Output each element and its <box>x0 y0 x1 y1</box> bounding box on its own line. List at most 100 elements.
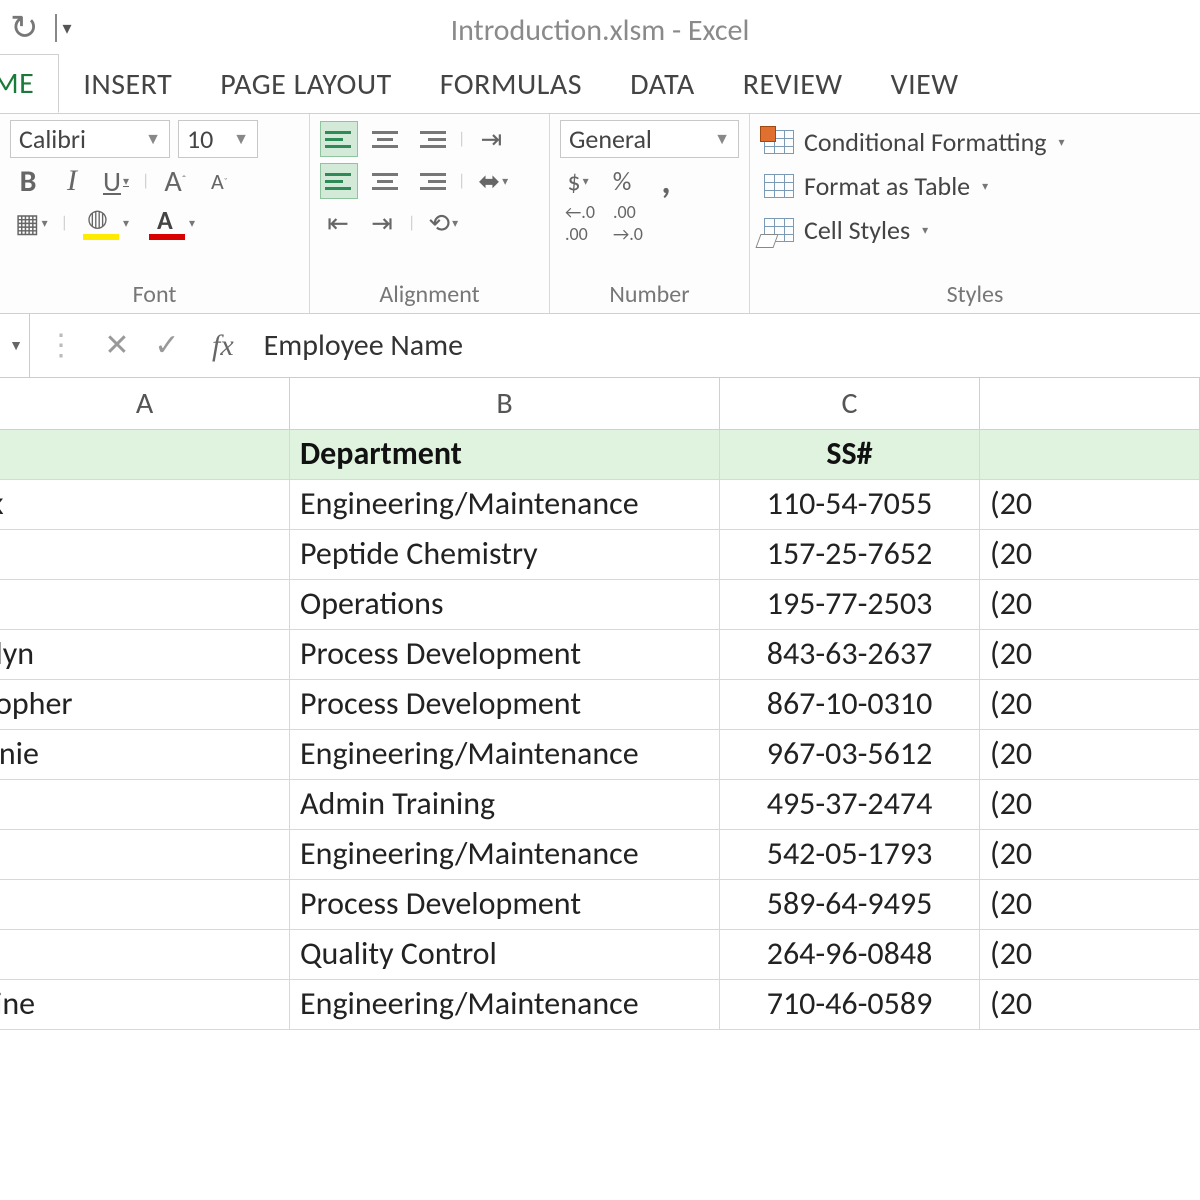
cell-ss[interactable]: 589-64-9495 <box>720 880 980 930</box>
column-header-a[interactable]: A <box>0 378 290 430</box>
font-name-combo[interactable]: Calibri ▼ <box>10 120 170 158</box>
cell-name[interactable]: Christopher <box>0 680 290 730</box>
cell-dept[interactable]: Operations <box>290 580 720 630</box>
cell-name[interactable]: a <box>0 830 290 880</box>
cell-d[interactable]: (20 <box>980 530 1200 580</box>
align-left-button[interactable] <box>320 163 358 199</box>
increase-indent-button[interactable]: ⇥ <box>364 204 400 242</box>
align-top-button[interactable] <box>320 121 358 157</box>
cell-d[interactable]: (20 <box>980 830 1200 880</box>
cell-dept[interactable]: Engineering/Maintenance <box>290 980 720 1030</box>
orientation-button[interactable]: ⟲▾ <box>423 204 463 242</box>
qat-customize-icon[interactable]: ▾ <box>63 17 72 39</box>
cancel-formula-button[interactable]: ✕ <box>92 327 142 364</box>
bold-button[interactable]: B <box>10 162 46 200</box>
underline-button[interactable]: U▾ <box>98 162 134 200</box>
wrap-text-button[interactable]: ⇥ <box>473 120 509 158</box>
table-row: , RickQuality Control264-96-0848(20 <box>0 930 1200 980</box>
grow-font-button[interactable]: Aˆ <box>157 162 193 200</box>
decrease-decimal-button[interactable]: .00→.0 <box>608 204 648 242</box>
name-box[interactable]: ▼ <box>0 314 30 377</box>
cell-dept[interactable]: Process Development <box>290 630 720 680</box>
header-ss[interactable]: SS# <box>720 430 980 480</box>
cell-d[interactable]: (20 <box>980 630 1200 680</box>
fx-icon[interactable]: fx <box>192 329 264 363</box>
cell-ss[interactable]: 495-37-2474 <box>720 780 980 830</box>
cell-ss[interactable]: 710-46-0589 <box>720 980 980 1030</box>
cell-ss[interactable]: 967-03-5612 <box>720 730 980 780</box>
cell-name[interactable]: Madelyn <box>0 630 290 680</box>
number-format-combo[interactable]: General ▼ <box>560 120 739 158</box>
tab-home[interactable]: ME <box>0 54 59 113</box>
cell-dept[interactable]: Engineering/Maintenance <box>290 830 720 880</box>
tab-view[interactable]: VIEW <box>867 56 983 113</box>
font-size-combo[interactable]: 10 ▼ <box>178 120 258 158</box>
percent-button[interactable]: % <box>604 162 640 200</box>
cell-dept[interactable]: Peptide Chemistry <box>290 530 720 580</box>
cell-dept[interactable]: Process Development <box>290 680 720 730</box>
cell-d[interactable]: (20 <box>980 880 1200 930</box>
cell-name[interactable]: racy <box>0 880 290 930</box>
tab-insert[interactable]: INSERT <box>59 56 196 113</box>
header-name[interactable]: ee Name <box>0 430 290 480</box>
cell-name[interactable]: Lisa <box>0 580 290 630</box>
borders-button[interactable]: ▦▾ <box>10 204 53 242</box>
cell-ss[interactable]: 542-05-1793 <box>720 830 980 880</box>
redo-icon[interactable]: ↻ <box>10 8 39 49</box>
fill-color-button[interactable]: ▾ <box>76 204 134 242</box>
tab-data[interactable]: DATA <box>606 56 719 113</box>
enter-formula-button[interactable]: ✓ <box>142 327 192 364</box>
column-header-d[interactable] <box>980 378 1200 430</box>
merge-center-button[interactable]: ⬌▾ <box>473 162 513 200</box>
cell-d[interactable]: (20 <box>980 730 1200 780</box>
cell-dept[interactable]: Engineering/Maintenance <box>290 480 720 530</box>
cell-name[interactable]: , Rick <box>0 930 290 980</box>
align-right-button[interactable] <box>412 163 450 199</box>
conditional-formatting-button[interactable]: Conditional Formatting▾ <box>760 120 1190 164</box>
cell-styles-button[interactable]: Cell Styles▾ <box>760 208 1190 252</box>
qat-separator <box>55 14 57 42</box>
cell-d[interactable]: (20 <box>980 930 1200 980</box>
italic-button[interactable]: I <box>54 162 90 200</box>
cell-d[interactable]: (20 <box>980 980 1200 1030</box>
cell-name[interactable]: s, Bonnie <box>0 730 290 780</box>
header-dept[interactable]: Department <box>290 430 720 480</box>
align-bottom-button[interactable] <box>412 121 450 157</box>
cell-name[interactable]: Carol <box>0 530 290 580</box>
cell-d[interactable]: (20 <box>980 780 1200 830</box>
cell-ss[interactable]: 867-10-0310 <box>720 680 980 730</box>
cell-ss[interactable]: 843-63-2637 <box>720 630 980 680</box>
tab-review[interactable]: REVIEW <box>719 56 867 113</box>
cell-name[interactable]: Christine <box>0 980 290 1030</box>
cell-ss[interactable]: 110-54-7055 <box>720 480 980 530</box>
cell-ss[interactable]: 157-25-7652 <box>720 530 980 580</box>
comma-style-button[interactable]: , <box>648 162 684 200</box>
decrease-indent-button[interactable]: ⇤ <box>320 204 356 242</box>
formula-input[interactable]: Employee Name <box>264 327 463 364</box>
format-as-table-button[interactable]: Format as Table▾ <box>760 164 1190 208</box>
cell-ss[interactable]: 195-77-2503 <box>720 580 980 630</box>
cell-dept[interactable]: Quality Control <box>290 930 720 980</box>
cell-d[interactable]: (20 <box>980 480 1200 530</box>
worksheet[interactable]: A B C ee Name Department SS# , MarkEngin… <box>0 378 1200 1030</box>
column-header-c[interactable]: C <box>720 378 980 430</box>
header-d[interactable] <box>980 430 1200 480</box>
shrink-font-button[interactable]: Aˇ <box>201 162 237 200</box>
cell-dept[interactable]: Admin Training <box>290 780 720 830</box>
cell-dept[interactable]: Process Development <box>290 880 720 930</box>
cell-name[interactable]: , Mark <box>0 480 290 530</box>
increase-decimal-button[interactable]: ←.0.00 <box>560 204 600 242</box>
cell-dept[interactable]: Engineering/Maintenance <box>290 730 720 780</box>
column-header-b[interactable]: B <box>290 378 720 430</box>
align-center-button[interactable] <box>366 163 404 199</box>
tab-page-layout[interactable]: PAGE LAYOUT <box>196 56 415 113</box>
font-color-button[interactable]: ▾ <box>142 204 200 242</box>
tab-formulas[interactable]: FORMULAS <box>416 56 606 113</box>
currency-button[interactable]: $▾ <box>560 162 596 200</box>
cell-d[interactable]: (20 <box>980 580 1200 630</box>
cell-name[interactable]: Heidi <box>0 780 290 830</box>
align-middle-button[interactable] <box>366 121 404 157</box>
cell-ss[interactable]: 264-96-0848 <box>720 930 980 980</box>
chevron-down-icon: ▼ <box>145 130 161 149</box>
cell-d[interactable]: (20 <box>980 680 1200 730</box>
